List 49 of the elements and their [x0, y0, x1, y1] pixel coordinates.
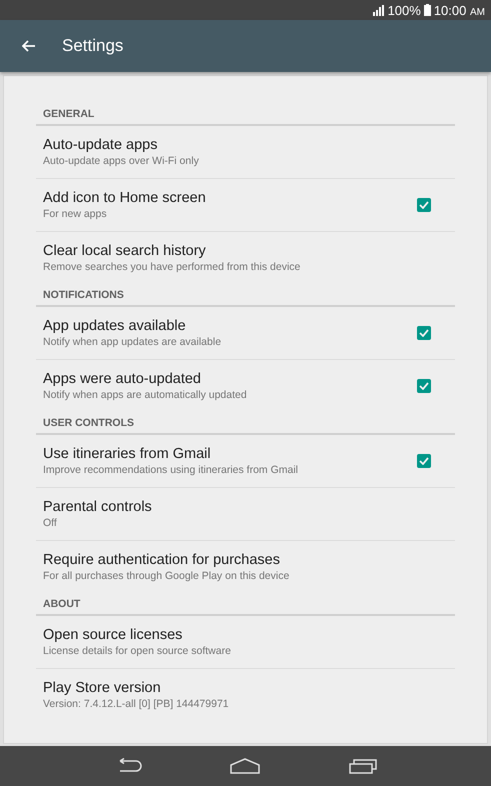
checkbox[interactable]	[417, 379, 431, 393]
setting-summary: License details for open source software	[43, 645, 232, 657]
setting-title: Clear local search history	[43, 243, 207, 259]
signal-icon	[372, 4, 385, 16]
checkbox[interactable]	[417, 326, 431, 340]
setting-title: App updates available	[43, 318, 187, 334]
battery-level: 100%	[388, 2, 421, 18]
setting-summary: Improve recommendations using itineraries from Gmail	[43, 464, 300, 476]
setting-summary: Notify when app updates are available	[43, 336, 222, 348]
recents-icon	[348, 758, 377, 774]
recents-nav-button[interactable]	[348, 758, 377, 774]
setting-row[interactable]: Open source licenses License details for open source software	[36, 616, 455, 669]
setting-row[interactable]: Apps were auto-updated Notify when apps are automatically updated	[36, 360, 455, 412]
back-arrow-icon	[22, 40, 36, 52]
setting-summary: Notify when apps are automatically updated	[43, 389, 248, 401]
setting-row[interactable]: Parental controls Off	[36, 488, 455, 541]
setting-summary: For new apps	[43, 208, 108, 220]
clock: 10:00 AM	[434, 2, 485, 18]
setting-summary: Remove searches you have performed from this device	[43, 261, 302, 273]
setting-summary: Version: 7.4.12.L-all [0] [PB] 144479971	[43, 698, 230, 710]
setting-title: Use itineraries from Gmail	[43, 446, 212, 462]
home-icon	[230, 758, 260, 774]
setting-row[interactable]: Clear local search history Remove searches you have performed from this device	[36, 232, 455, 284]
checkbox[interactable]	[417, 454, 431, 468]
setting-row[interactable]: Add icon to Home screen For new apps	[36, 179, 455, 232]
setting-summary: Auto-update apps over Wi-Fi only	[43, 155, 200, 167]
home-nav-button[interactable]	[230, 758, 260, 774]
setting-title: Play Store version	[43, 680, 162, 696]
setting-title: Parental controls	[43, 499, 153, 515]
section-header: USER CONTROLS	[36, 412, 455, 435]
setting-title: Require authentication for purchases	[43, 552, 281, 568]
screen-title: Settings	[62, 36, 124, 56]
section-header: GENERAL	[36, 103, 455, 126]
section-header: ABOUT	[36, 593, 455, 616]
setting-row[interactable]: Auto-update apps Auto-update apps over Wi-Fi only	[36, 126, 455, 179]
setting-title: Auto-update apps	[43, 137, 158, 153]
setting-summary: For all purchases through Google Play on this device	[43, 570, 290, 582]
setting-title: Apps were auto-updated	[43, 371, 202, 387]
setting-row[interactable]: Use itineraries from Gmail Improve recommendations using itineraries from Gmail	[36, 435, 455, 488]
battery-icon	[424, 4, 431, 16]
back-button[interactable]	[22, 40, 36, 52]
setting-summary: Off	[43, 517, 58, 529]
setting-row[interactable]: Play Store version Version: 7.4.12.L-all [0] [PB] 144479971	[36, 669, 455, 721]
checkbox[interactable]	[417, 198, 431, 212]
section-header: NOTIFICATIONS	[36, 284, 455, 307]
setting-row[interactable]: Require authentication for purchases For all purchases through Google Play on this device	[36, 541, 455, 593]
setting-title: Open source licenses	[43, 627, 184, 643]
setting-row[interactable]: App updates available Notify when app updates are available	[36, 307, 455, 360]
setting-title: Add icon to Home screen	[43, 190, 207, 206]
